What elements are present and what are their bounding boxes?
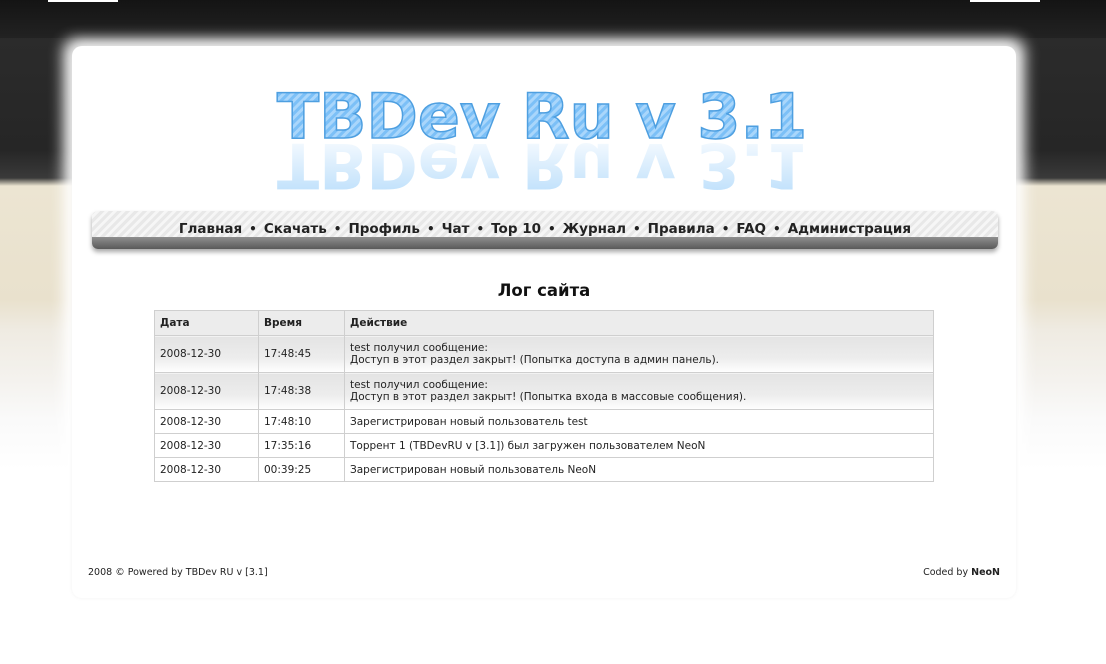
cell-date: 2008-12-30 [154, 372, 259, 410]
cell-time: 17:48:10 [258, 409, 345, 434]
logo-reflection: TBDev Ru v 3.1 [277, 129, 807, 198]
cell-time: 17:48:38 [258, 372, 345, 410]
cell-action: test получил сообщение: Доступ в этот ра… [344, 335, 934, 373]
nav-top10[interactable]: Top 10 [491, 221, 541, 237]
action-line1: test получил сообщение: [350, 342, 488, 354]
cell-date: 2008-12-30 [154, 335, 259, 373]
nav-separator: • [249, 222, 257, 236]
table-row: 2008-12-30 17:48:38 test получил сообщен… [154, 372, 934, 410]
table-row: 2008-12-30 17:48:10 Зарегистрирован новы… [154, 409, 934, 434]
site-log-table: Дата Время Действие 2008-12-30 17:48:45 … [154, 310, 934, 482]
footer-coded-by: Coded by [923, 567, 969, 578]
nav-separator: • [773, 222, 781, 236]
nav-separator: • [632, 222, 641, 236]
action-line2: Доступ в этот раздел закрыт! (Попытка до… [350, 354, 719, 366]
footer-powered-by: 2008 © Powered by TBDev RU v [3.1] [88, 567, 268, 578]
cell-action: Зарегистрирован новый пользователь test [344, 409, 934, 434]
table-header-row: Дата Время Действие [154, 310, 934, 336]
nav-chat[interactable]: Чат [442, 221, 470, 237]
nav-separator: • [721, 222, 730, 236]
cell-time: 17:35:16 [258, 433, 345, 458]
nav-rules[interactable]: Правила [648, 221, 715, 237]
table-row: 2008-12-30 17:35:16 Торрент 1 (TBDevRU v… [154, 433, 934, 458]
nav-log[interactable]: Журнал [563, 221, 626, 237]
nav-download[interactable]: Скачать [264, 221, 327, 237]
nav-separator: • [426, 222, 435, 236]
table-row: 2008-12-30 00:39:25 Зарегистрирован новы… [154, 457, 934, 482]
top-left-tab [48, 0, 118, 2]
action-line2: Доступ в этот раздел закрыт! (Попытка вх… [350, 391, 747, 403]
main-navigation: Главная • Скачать • Профиль • Чат • Top 10 • Журна… [92, 211, 998, 249]
cell-date: 2008-12-30 [154, 457, 259, 482]
action-line1: test получил сообщение: [350, 379, 488, 391]
main-card: TBDev Ru v 3.1 TBDev Ru v 3.1 Главная • Ск… [72, 46, 1016, 598]
footer-author: NeoN [971, 567, 1000, 578]
nav-items: Главная • Скачать • Профиль • Чат • Top 10 • Журна… [92, 221, 998, 237]
cell-time: 17:48:45 [258, 335, 345, 373]
footer-credits: Coded by NeoN [923, 567, 1000, 578]
nav-separator: • [547, 222, 556, 236]
nav-profile[interactable]: Профиль [348, 221, 420, 237]
header-action: Действие [344, 310, 934, 336]
page-title: Лог сайта [497, 281, 591, 300]
cell-action: Торрент 1 (TBDevRU v [3.1]) был загружен… [344, 433, 934, 458]
nav-separator: • [476, 222, 485, 236]
header-date: Дата [154, 310, 259, 336]
cell-time: 00:39:25 [258, 457, 345, 482]
cell-action: Зарегистрирован новый пользователь NeoN [344, 457, 934, 482]
nav-separator: • [333, 222, 342, 236]
nav-faq[interactable]: FAQ [736, 221, 766, 237]
nav-admin[interactable]: Администрация [788, 221, 911, 237]
site-logo[interactable]: TBDev Ru v 3.1 TBDev Ru v 3.1 [272, 78, 812, 198]
cell-date: 2008-12-30 [154, 409, 259, 434]
nav-home[interactable]: Главная [179, 221, 242, 237]
top-dark-stripe [0, 0, 1106, 38]
cell-action: test получил сообщение: Доступ в этот ра… [344, 372, 934, 410]
table-row: 2008-12-30 17:48:45 test получил сообщен… [154, 335, 934, 373]
header-time: Время [258, 310, 345, 336]
top-right-tab [970, 0, 1040, 2]
cell-date: 2008-12-30 [154, 433, 259, 458]
